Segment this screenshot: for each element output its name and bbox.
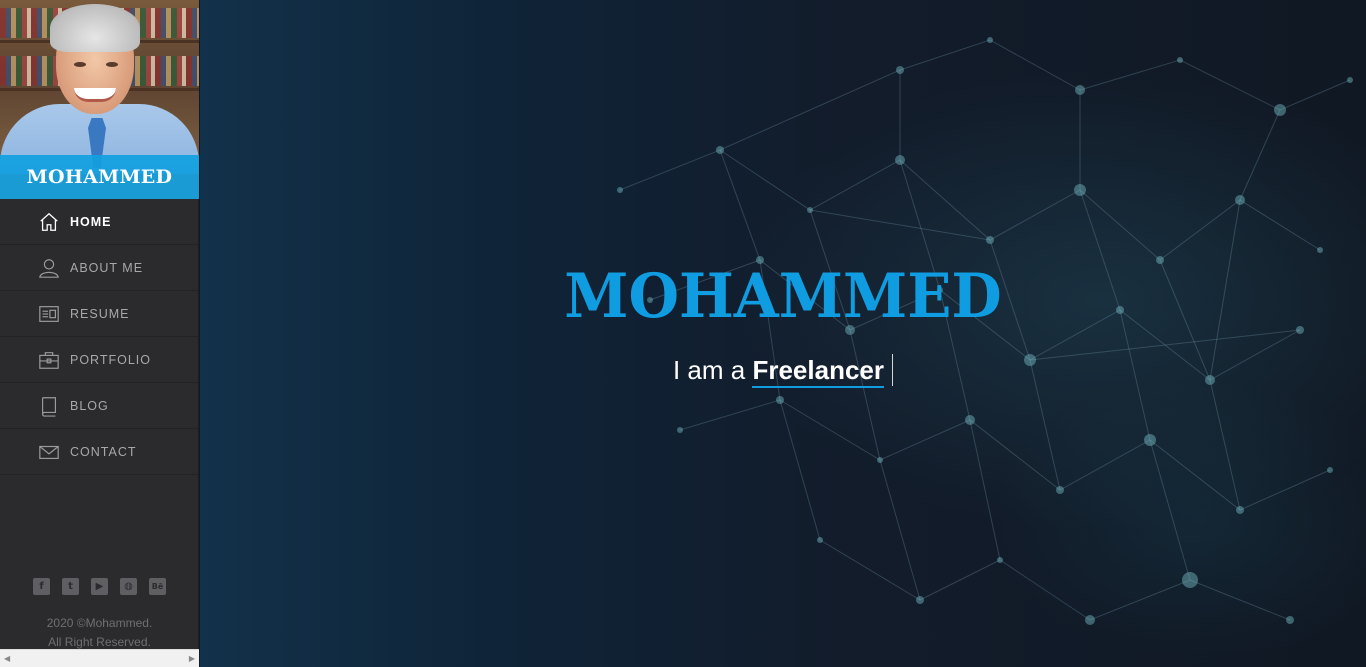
sidebar: MOHAMMED HOME ABOUT ME RESUME PORTFOLIO … bbox=[0, 0, 199, 667]
scroll-right-icon[interactable]: ▶ bbox=[189, 654, 195, 663]
user-icon bbox=[39, 258, 59, 278]
main-nav: HOME ABOUT ME RESUME PORTFOLIO BLOG CONT… bbox=[0, 199, 198, 475]
network-background-graphic bbox=[617, 37, 1353, 625]
nav-item-label: CONTACT bbox=[70, 444, 137, 459]
typed-role: Freelancer bbox=[752, 355, 884, 388]
nav-item-home[interactable]: HOME bbox=[0, 199, 198, 245]
envelope-icon bbox=[39, 445, 59, 459]
nav-item-label: PORTFOLIO bbox=[70, 352, 152, 367]
dribbble-icon[interactable]: ◍ bbox=[120, 578, 137, 595]
social-links: f t ▶ ◍ Bē bbox=[0, 578, 199, 595]
profile-photo: MOHAMMED bbox=[0, 0, 199, 199]
home-icon bbox=[40, 212, 58, 231]
horizontal-scrollbar[interactable]: ◀ ▶ bbox=[0, 649, 199, 667]
profile-name-banner: MOHAMMED bbox=[0, 155, 199, 199]
youtube-icon[interactable]: ▶ bbox=[91, 578, 108, 595]
nav-item-contact[interactable]: CONTACT bbox=[0, 429, 198, 475]
book-icon bbox=[41, 396, 57, 417]
hero-title: MOHAMMED bbox=[564, 260, 1002, 332]
facebook-icon[interactable]: f bbox=[33, 578, 50, 595]
briefcase-icon bbox=[39, 351, 59, 369]
copyright-line: 2020 ©Mohammed. bbox=[46, 616, 153, 630]
twitter-icon[interactable]: t bbox=[62, 578, 79, 595]
avatar bbox=[0, 0, 199, 174]
nav-item-label: HOME bbox=[70, 214, 112, 229]
tagline-prefix: I am a bbox=[672, 355, 746, 385]
hero-tagline: I am a Freelancer bbox=[200, 354, 1366, 388]
nav-item-about-me[interactable]: ABOUT ME bbox=[0, 245, 198, 291]
hero-section: MOHAMMED I am a Freelancer bbox=[200, 0, 1366, 667]
nav-item-blog[interactable]: BLOG bbox=[0, 383, 198, 429]
behance-icon[interactable]: Bē bbox=[149, 578, 166, 595]
copyright: 2020 ©Mohammed. All Right Reserved. bbox=[0, 614, 199, 652]
resume-icon bbox=[39, 305, 59, 322]
nav-item-resume[interactable]: RESUME bbox=[0, 291, 198, 337]
nav-item-label: RESUME bbox=[70, 306, 130, 321]
scroll-left-icon[interactable]: ◀ bbox=[4, 654, 10, 663]
nav-item-label: BLOG bbox=[70, 398, 109, 413]
typing-cursor bbox=[892, 354, 893, 386]
nav-item-label: ABOUT ME bbox=[70, 260, 144, 275]
nav-item-portfolio[interactable]: PORTFOLIO bbox=[0, 337, 198, 383]
profile-name: MOHAMMED bbox=[26, 166, 173, 188]
